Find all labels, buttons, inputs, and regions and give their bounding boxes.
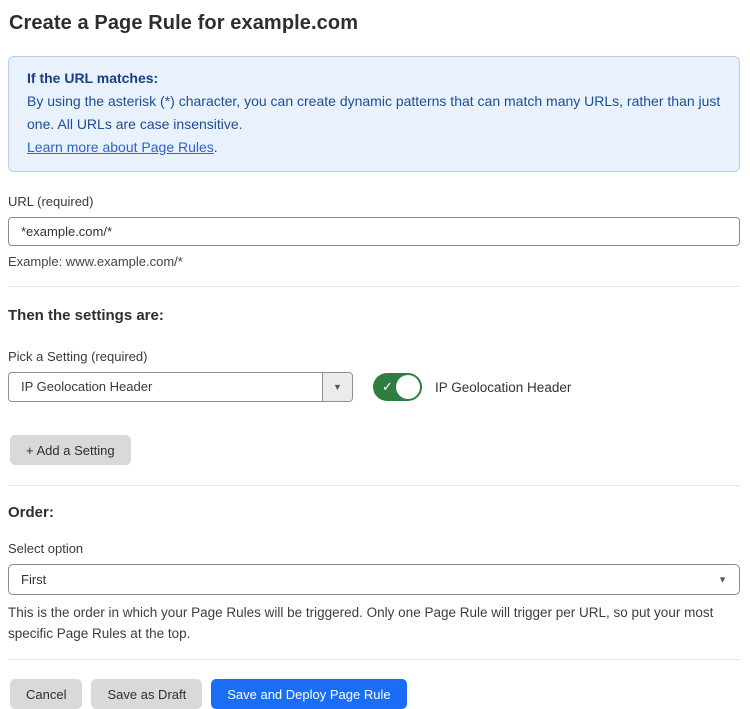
save-and-deploy-button[interactable]: Save and Deploy Page Rule (211, 679, 406, 709)
cancel-button[interactable]: Cancel (10, 679, 82, 709)
order-help-text: This is the order in which your Page Rul… (8, 602, 728, 644)
chevron-down-icon: ▼ (333, 383, 342, 392)
info-box-heading: If the URL matches: (27, 67, 721, 90)
pick-setting-label: Pick a Setting (required) (8, 349, 740, 364)
check-icon: ✓ (382, 379, 393, 395)
toggle-label: IP Geolocation Header (435, 380, 571, 395)
order-select-value: First (9, 565, 739, 594)
url-match-info-box: If the URL matches: By using the asteris… (8, 56, 740, 172)
learn-more-link[interactable]: Learn more about Page Rules (27, 139, 214, 155)
url-field-label: URL (required) (8, 194, 740, 209)
setting-row: IP Geolocation Header ▼ ✓ IP Geolocation… (8, 372, 740, 402)
url-example-help: Example: www.example.com/* (8, 254, 740, 269)
order-select-label: Select option (8, 541, 740, 556)
divider (8, 485, 740, 486)
settings-section-heading: Then the settings are: (8, 307, 740, 324)
setting-picker-arrow-button[interactable]: ▼ (322, 373, 352, 401)
ip-geolocation-toggle[interactable]: ✓ (373, 373, 422, 401)
toggle-knob (396, 375, 420, 399)
divider (8, 286, 740, 287)
info-box-link-line: Learn more about Page Rules. (27, 136, 721, 159)
url-input[interactable] (8, 217, 740, 246)
save-as-draft-button[interactable]: Save as Draft (91, 679, 202, 709)
order-select[interactable]: First ▼ (8, 564, 740, 595)
link-suffix: . (214, 139, 218, 155)
chevron-down-icon: ▼ (718, 575, 727, 584)
setting-picker-value: IP Geolocation Header (9, 373, 322, 401)
add-setting-button[interactable]: + Add a Setting (10, 435, 131, 465)
info-box-body: By using the asterisk (*) character, you… (27, 90, 721, 136)
divider (8, 659, 740, 660)
page-title: Create a Page Rule for example.com (9, 12, 740, 35)
order-section-heading: Order: (8, 504, 740, 521)
footer-actions: Cancel Save as Draft Save and Deploy Pag… (10, 679, 740, 709)
setting-picker-dropdown[interactable]: IP Geolocation Header ▼ (8, 372, 353, 402)
create-page-rule-form: Create a Page Rule for example.com If th… (0, 0, 750, 709)
